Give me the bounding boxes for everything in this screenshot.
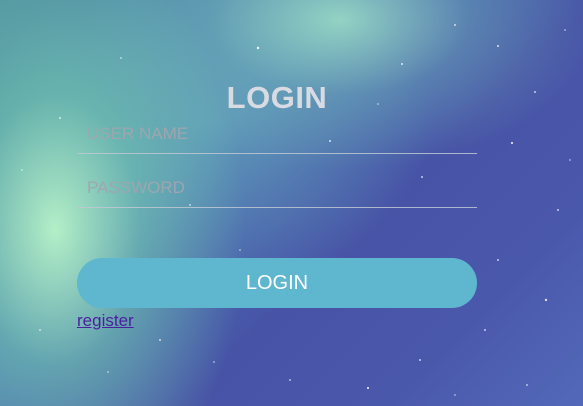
register-link[interactable]: register	[77, 311, 134, 331]
username-input[interactable]	[77, 114, 477, 154]
password-input[interactable]	[77, 168, 477, 208]
login-button[interactable]: LOGIN	[77, 258, 477, 308]
login-form: LOGIN	[77, 78, 477, 118]
login-title: LOGIN	[226, 80, 328, 115]
